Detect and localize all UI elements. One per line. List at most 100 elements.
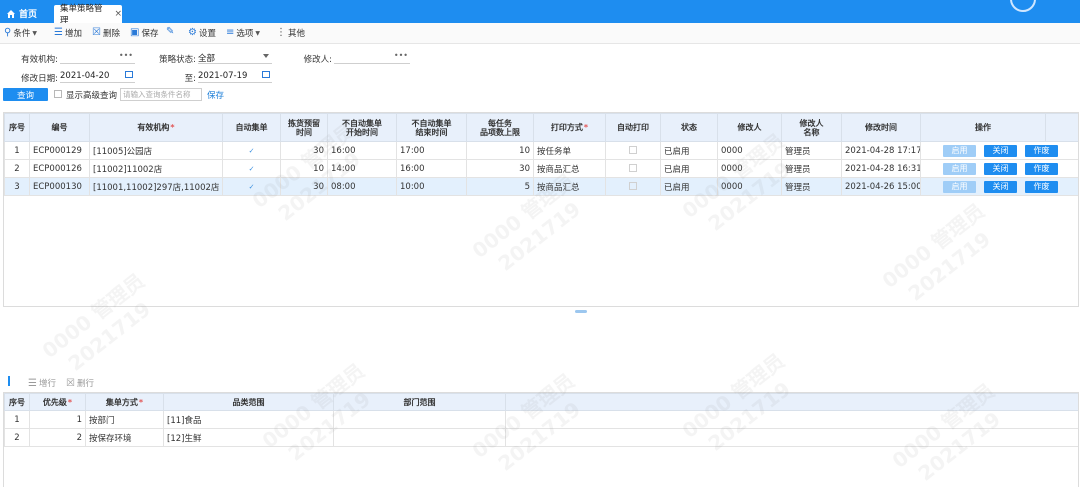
col-start-time[interactable]: 不自动集单 开始时间 [327,113,397,142]
edit-button[interactable]: ✎ [166,27,176,37]
cell-auto-print[interactable] [605,141,661,160]
enable-button[interactable]: 启用 [943,144,976,157]
add-button[interactable]: ☰ 增加 [54,27,82,40]
cell-priority: 2 [29,428,86,447]
date-from-field[interactable]: 2021-04-20 [60,71,135,83]
date-from-value: 2021-04-20 [60,71,110,81]
chevron-down-icon: ▼ [32,29,37,37]
col-priority[interactable]: 优先级* [29,393,86,411]
cell-print-mode: 按商品汇总 [533,159,606,178]
add-row-button[interactable]: ☰ 增行 [28,377,56,390]
org-field[interactable]: ••• [60,51,135,64]
void-button[interactable]: 作废 [1025,162,1058,175]
delete-row-button[interactable]: ☒ 删行 [66,377,94,390]
cell-stock-time: 30 [280,177,328,196]
cell-seq: 2 [4,159,30,178]
ellipsis-icon[interactable]: ••• [394,51,408,60]
col-collect-mode[interactable]: 集单方式* [85,393,164,411]
close-button[interactable]: 关闭 [984,162,1017,175]
cell-ops: 启用 关闭 作废 [920,177,1078,196]
table-row[interactable]: 2 2 按保存环境 [12]生鲜 [4,428,1078,447]
cell-auto-print[interactable] [605,177,661,196]
col-seq[interactable]: 序号 [4,113,30,142]
other-button[interactable]: ⋮ 其他 [276,27,305,40]
cell-seq: 1 [4,410,30,429]
col-auto-print[interactable]: 自动打印 [605,113,661,142]
table-row[interactable]: 1 ECP000129 [11005]公园店 ✓ 30 16:00 17:00 … [4,141,1078,160]
gear-icon: ⚙ [188,27,197,38]
section-marker [8,376,10,386]
date-to-field[interactable]: 2021-07-19 [198,71,272,83]
add-label: 增加 [64,29,82,39]
rule-grid: 序号 优先级* 集单方式* 品类范围 部门范围 1 1 按部门 [11]食品 2… [3,392,1079,487]
ellipsis-icon[interactable]: ••• [119,51,133,60]
void-button[interactable]: 作废 [1025,180,1058,193]
cell-auto-print[interactable] [605,159,661,178]
add-row-icon: ☰ [28,377,37,389]
col-code[interactable]: 编号 [29,113,90,142]
condition-label: 条件 [13,29,31,39]
col-state[interactable]: 状态 [660,113,718,142]
status-label: 策略状态: [159,55,196,65]
save-icon: ▣ [130,27,140,38]
void-button[interactable]: 作废 [1025,144,1058,157]
cell-code: ECP000130 [29,177,90,196]
col-auto-collect[interactable]: 自动集单 [222,113,281,142]
enable-button[interactable]: 启用 [943,162,976,175]
cell-seq: 3 [4,177,30,196]
cell-seq: 1 [4,141,30,160]
cell-auto-collect[interactable]: ✓ [222,159,281,178]
query-condition-input[interactable]: 请输入查询条件名称 [120,88,202,101]
save-condition-link[interactable]: 保存 [207,89,224,101]
table-row[interactable]: 1 1 按部门 [11]食品 [4,410,1078,429]
col-print-mode[interactable]: 打印方式* [533,113,606,142]
col-stock-time[interactable]: 拣货预留 时间 [280,113,328,142]
col-modify-time[interactable]: 修改时间 [841,113,921,142]
auto-print-checkbox[interactable] [629,146,637,154]
cell-category-range: [12]生鲜 [163,428,334,447]
calendar-icon[interactable] [125,71,133,78]
auto-print-checkbox[interactable] [629,164,637,172]
col-end-time[interactable]: 不自动集单 结束时间 [396,113,467,142]
tab-home[interactable]: 首页 [2,4,41,23]
query-button[interactable]: 查询 [3,88,48,101]
cell-start-time: 16:00 [327,141,397,160]
close-button[interactable]: 关闭 [984,180,1017,193]
delete-button[interactable]: ☒ 删除 [92,27,120,40]
cell-code: ECP000129 [29,141,90,160]
top-tab-bar [0,0,1080,23]
calendar-icon[interactable] [262,71,270,78]
add-row-label: 增行 [38,379,56,389]
auto-print-checkbox[interactable] [629,182,637,190]
col-modifier-name[interactable]: 修改人 名称 [781,113,842,142]
delete-label: 删除 [102,29,120,39]
col-max-items[interactable]: 每任务 品项数上限 [466,113,534,142]
table-row-selected[interactable]: 3 ECP000130 [11001,11002]297店,11002店 ✓ 3… [4,177,1078,196]
cell-dept-range [333,428,506,447]
modifier-field[interactable]: ••• [334,51,410,64]
close-button[interactable]: 关闭 [984,144,1017,157]
condition-button[interactable]: ⚲ 条件 ▼ [4,27,37,40]
advanced-query-checkbox[interactable] [54,90,62,98]
col-seq[interactable]: 序号 [4,393,30,411]
options-button[interactable]: ≡ 选项 ▼ [226,27,261,40]
cell-auto-collect[interactable]: ✓ [222,141,281,160]
col-dept-range[interactable]: 部门范围 [333,393,506,411]
col-org[interactable]: 有效机构* [89,113,223,142]
tab-close-icon[interactable]: × [114,9,122,19]
tab-strategy-management[interactable]: 集单策略管理 × [54,4,122,26]
delete-row-icon: ☒ [92,27,101,38]
col-category-range[interactable]: 品类范围 [163,393,334,411]
chevron-down-icon: ▼ [255,29,261,37]
cell-filler [505,410,1078,429]
settings-button[interactable]: ⚙ 设置 [188,27,216,40]
status-value: 全部 [198,54,216,64]
enable-button[interactable]: 启用 [943,180,976,193]
col-modifier[interactable]: 修改人 [717,113,782,142]
save-button[interactable]: ▣ 保存 [130,27,158,40]
table-row[interactable]: 2 ECP000126 [11002]11002店 ✓ 10 14:00 16:… [4,159,1078,178]
panel-splitter-handle[interactable] [566,309,596,314]
cell-auto-collect[interactable]: ✓ [222,177,281,196]
splitter-grip-icon [575,310,587,313]
status-select[interactable]: 全部 [198,52,272,64]
